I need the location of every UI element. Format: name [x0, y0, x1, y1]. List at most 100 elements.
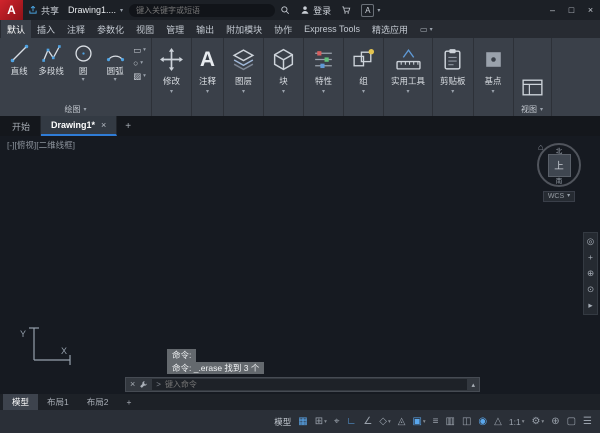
app-logo[interactable]: A: [0, 0, 23, 20]
chevron-down-icon: ▾: [540, 106, 543, 113]
account-button[interactable]: A ▾: [356, 0, 385, 20]
ucs-icon: Y X: [18, 318, 76, 370]
annotation-scale-button[interactable]: 1:1 ▾: [506, 413, 528, 430]
panel-caption-view[interactable]: 视图 ▾: [520, 103, 545, 116]
panel-modify[interactable]: 修改 ▾: [152, 38, 192, 116]
ribbon-tab-output[interactable]: 输出: [190, 20, 220, 38]
minimize-button[interactable]: –: [543, 0, 562, 20]
chevron-down-icon: ▾: [541, 419, 544, 425]
ellipse-button[interactable]: ○ ▾: [133, 59, 146, 67]
ribbon-tab-insert[interactable]: 插入: [31, 20, 61, 38]
new-drawing-button[interactable]: +: [117, 116, 139, 136]
login-button[interactable]: 登录: [295, 0, 336, 20]
close-tab-icon[interactable]: ×: [101, 120, 106, 130]
viewcube-north-label[interactable]: 北: [556, 145, 563, 155]
ribbon-tab-annotate[interactable]: 注释: [61, 20, 91, 38]
ribbon-tab-manage[interactable]: 管理: [160, 20, 190, 38]
chevron-down-icon: ▾: [492, 88, 495, 95]
ellipse-icon: ○: [133, 59, 138, 67]
steering-wheel-icon[interactable]: ◎: [587, 237, 594, 246]
share-button[interactable]: 共享: [23, 0, 64, 20]
panel-clipboard[interactable]: 剪贴板 ▾: [433, 38, 474, 116]
isodraft-toggle[interactable]: ◇ ▾: [376, 413, 393, 430]
panel-utilities[interactable]: 实用工具 ▾: [384, 38, 433, 116]
command-close-icon[interactable]: ×: [130, 380, 135, 389]
panel-base-point[interactable]: 基点 ▾: [474, 38, 514, 116]
lineweight-toggle[interactable]: ≡: [430, 413, 442, 430]
ribbon-tab-express-tools[interactable]: Express Tools: [298, 20, 366, 38]
show-motion-icon[interactable]: ▸: [588, 301, 592, 310]
app-store-button[interactable]: [336, 0, 356, 20]
circle-button[interactable]: 圆 ▾: [67, 38, 99, 103]
ribbon-tab-featured-apps[interactable]: 精选应用: [366, 20, 414, 38]
panel-view[interactable]: 视图 ▾: [514, 38, 552, 116]
panel-groups[interactable]: 组 ▾: [344, 38, 384, 116]
arc-button[interactable]: 圆弧 ▾: [99, 38, 131, 103]
osnap-tracking-toggle[interactable]: ◬: [395, 413, 409, 430]
ribbon-tab-parametric[interactable]: 参数化: [91, 20, 130, 38]
drawing-canvas[interactable]: [-][俯视][二维线框] ⌂ 北 上 南 WCS ▾ ◎ + ⊕ ⊙ ▸: [0, 136, 600, 394]
customize-wrench-icon[interactable]: [139, 380, 148, 389]
command-input[interactable]: [165, 380, 464, 389]
draw-small-tools: ▭ ▾ ○ ▾ ▨ ▾: [133, 38, 146, 103]
transparency-toggle[interactable]: ▥: [443, 413, 458, 430]
autoscale-toggle[interactable]: △: [491, 413, 505, 430]
clean-screen-button[interactable]: ▢: [564, 413, 579, 430]
layout-tab-layout2[interactable]: 布局2: [78, 394, 118, 410]
dynamic-input-toggle[interactable]: ⌖: [331, 413, 343, 430]
panel-annotate[interactable]: A 注释 ▾: [192, 38, 224, 116]
ortho-mode-toggle[interactable]: ∟: [344, 413, 360, 430]
model-space-toggle[interactable]: 模型: [271, 413, 294, 430]
rectangle-button[interactable]: ▭ ▾: [133, 46, 146, 54]
viewport-controls[interactable]: [-][俯视][二维线框]: [7, 139, 75, 151]
viewcube[interactable]: ⌂ 北 上 南 WCS ▾: [526, 143, 592, 202]
panel-properties[interactable]: 特性 ▾: [304, 38, 344, 116]
grid-toggle[interactable]: ▦: [295, 413, 310, 430]
close-button[interactable]: ×: [581, 0, 600, 20]
ribbon-tab-view[interactable]: 视图: [130, 20, 160, 38]
polyline-button[interactable]: 多段线: [35, 38, 67, 103]
zoom-icon[interactable]: ⊕: [587, 269, 594, 278]
viewcube-compass[interactable]: ⌂ 北 上 南: [537, 143, 581, 187]
line-button[interactable]: 直线: [3, 38, 35, 103]
snap-mode-toggle[interactable]: ⊞ ▾: [312, 413, 330, 430]
file-tab-bar: 开始 Drawing1* × +: [0, 116, 600, 136]
file-tab-start[interactable]: 开始: [2, 116, 41, 136]
object-snap-toggle[interactable]: ▣ ▾: [409, 413, 428, 430]
command-expand-icon[interactable]: ▴: [471, 381, 475, 389]
selection-cycling-toggle[interactable]: ◫: [459, 413, 474, 430]
ribbon-tab-home[interactable]: 默认: [1, 20, 31, 38]
search-button[interactable]: [275, 0, 295, 20]
panel-layers[interactable]: 图层 ▾: [224, 38, 264, 116]
search-input[interactable]: [136, 6, 268, 15]
command-line-bar[interactable]: × > ▴: [125, 377, 480, 392]
file-tab-drawing1[interactable]: Drawing1* ×: [41, 116, 117, 136]
ribbon-tab-collaborate[interactable]: 协作: [268, 20, 298, 38]
viewcube-top-face[interactable]: 上: [548, 154, 571, 177]
layout-tab-model[interactable]: 模型: [3, 394, 38, 410]
chevron-down-icon: ▾: [170, 88, 173, 95]
viewcube-home-icon[interactable]: ⌂: [538, 142, 543, 152]
qat-chevron-down-icon[interactable]: ▾: [120, 7, 123, 14]
orbit-icon[interactable]: ⊙: [587, 285, 594, 294]
panel-caption-draw[interactable]: 绘图 ▾: [0, 103, 151, 116]
panel-block[interactable]: 块 ▾: [264, 38, 304, 116]
annotation-monitor-toggle[interactable]: ⊕: [548, 413, 562, 430]
pan-icon[interactable]: +: [588, 253, 593, 262]
maximize-button[interactable]: □: [562, 0, 581, 20]
annotation-visibility-toggle[interactable]: ◉: [475, 413, 490, 430]
ribbon-display-toggle[interactable]: ▭ ▾: [414, 20, 439, 38]
command-input-area[interactable]: >: [152, 379, 467, 390]
customize-button[interactable]: ☰: [580, 413, 595, 430]
chevron-down-icon: ▾: [143, 72, 146, 80]
wcs-dropdown[interactable]: WCS ▾: [543, 191, 575, 202]
polar-tracking-toggle[interactable]: ∠: [360, 413, 375, 430]
viewcube-south-label[interactable]: 南: [556, 175, 563, 185]
new-layout-button[interactable]: +: [117, 394, 140, 410]
workspace-switching-button[interactable]: ⚙ ▾: [528, 413, 547, 430]
ribbon-tab-addins[interactable]: 附加模块: [220, 20, 268, 38]
search-box[interactable]: [129, 4, 275, 17]
hatch-button[interactable]: ▨ ▾: [133, 72, 146, 80]
titlebar: A 共享 Drawing1.... ▾ 登录 A ▾ – □ ×: [0, 0, 600, 20]
layout-tab-layout1[interactable]: 布局1: [38, 394, 78, 410]
